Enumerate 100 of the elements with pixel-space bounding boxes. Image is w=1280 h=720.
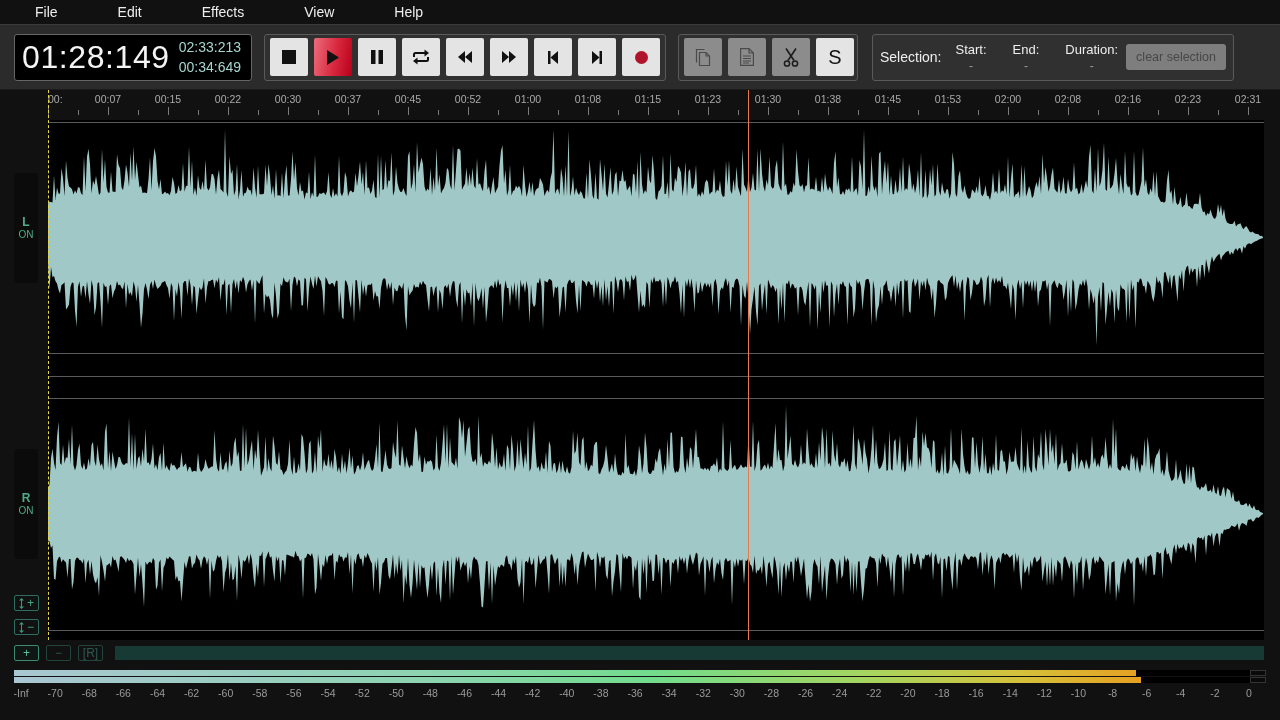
ruler-label: 00:52 bbox=[453, 92, 483, 107]
meter-scale-label: -42 bbox=[524, 687, 542, 700]
meter-scale-label: -8 bbox=[1106, 687, 1119, 700]
meter-scale-label: -Inf bbox=[12, 687, 30, 700]
ruler-label: 01:53 bbox=[933, 92, 963, 107]
fast-forward-button[interactable] bbox=[490, 38, 528, 76]
horizontal-scrollbar[interactable] bbox=[115, 645, 1264, 660]
ruler-label: 02:16 bbox=[1113, 92, 1143, 107]
meter-scale-label: -60 bbox=[217, 687, 235, 700]
meter-scale-label: -30 bbox=[728, 687, 746, 700]
vertical-zoom-button[interactable]: + bbox=[14, 595, 39, 611]
meter-scale-label: -46 bbox=[455, 687, 474, 700]
meter-scale-label: -58 bbox=[251, 687, 269, 700]
stop-icon bbox=[282, 50, 296, 64]
ruler-label: 02:08 bbox=[1053, 92, 1083, 107]
meter-scale-label: -2 bbox=[1209, 687, 1221, 700]
meter-scale-label: -62 bbox=[183, 687, 201, 700]
meter-scale-label: -14 bbox=[1001, 687, 1019, 700]
meter-scale-label: -56 bbox=[285, 687, 303, 700]
channel-toggle[interactable]: R ON bbox=[14, 449, 38, 559]
vertical-zoom-button[interactable]: − bbox=[14, 619, 39, 635]
meter-scale-label: -12 bbox=[1035, 687, 1053, 700]
selection-field-label: Start: bbox=[955, 41, 987, 57]
ruler-label: 00:45 bbox=[393, 92, 423, 107]
meter-scale-label: -32 bbox=[694, 687, 712, 700]
pause-icon bbox=[371, 50, 383, 64]
play-icon bbox=[327, 49, 339, 65]
meter-scale-label: -22 bbox=[865, 687, 883, 700]
time-readout: 00:34:649 bbox=[178, 58, 241, 76]
rewind-button[interactable] bbox=[446, 38, 484, 76]
meter-scale-label: -64 bbox=[148, 687, 167, 700]
ruler-label: 01:08 bbox=[573, 92, 603, 107]
ruler-label: 02:23 bbox=[1173, 92, 1203, 107]
meter-scale-label: -38 bbox=[592, 687, 610, 700]
ruler-label: 01:15 bbox=[633, 92, 663, 107]
ruler-label: 01:45 bbox=[873, 92, 903, 107]
pause-button[interactable] bbox=[358, 38, 396, 76]
meter-scale-label: -28 bbox=[762, 687, 781, 700]
scissors-icon bbox=[783, 47, 799, 67]
ruler-label: 00:15 bbox=[153, 92, 183, 107]
ruler-label: 02:31 bbox=[1233, 92, 1263, 107]
meter-scale-label: -20 bbox=[899, 687, 917, 700]
selection-field-value: - bbox=[1023, 58, 1028, 73]
play-button[interactable] bbox=[314, 38, 352, 76]
time-readout: 02:33:213 bbox=[178, 38, 241, 56]
zoom-button[interactable]: + bbox=[14, 644, 39, 661]
ruler-label: 02:00 bbox=[993, 92, 1023, 107]
meter-scale-label: -6 bbox=[1141, 687, 1153, 700]
record-icon bbox=[634, 50, 648, 64]
menu-item[interactable]: Help bbox=[388, 1, 430, 23]
record-button[interactable] bbox=[622, 38, 660, 76]
loop-button[interactable] bbox=[402, 38, 440, 76]
selection-field-value: - bbox=[969, 58, 973, 73]
meter-scale-label: -36 bbox=[626, 687, 644, 700]
rewind-icon bbox=[458, 51, 472, 63]
selection-field-value: - bbox=[1089, 58, 1094, 73]
tool-button[interactable]: S bbox=[816, 38, 854, 76]
ruler-label: 00:30 bbox=[273, 92, 303, 107]
meter-scale-label: -48 bbox=[421, 687, 439, 700]
meter-scale-label: -10 bbox=[1069, 687, 1088, 700]
meter-scale-label: 0 bbox=[1245, 687, 1253, 700]
skip-to-start-icon bbox=[548, 50, 558, 64]
ruler-label: 01:00 bbox=[513, 92, 543, 107]
ruler-label: 00:37 bbox=[333, 92, 363, 107]
menu-item[interactable]: View bbox=[298, 1, 341, 23]
loop-icon bbox=[411, 49, 431, 65]
waveform-view[interactable] bbox=[48, 120, 1264, 640]
meter-scale-label: -4 bbox=[1175, 687, 1187, 700]
meter-scale-label: -16 bbox=[967, 687, 985, 700]
channel-toggle[interactable]: L ON bbox=[14, 173, 38, 283]
meter-scale-label: -44 bbox=[490, 687, 508, 700]
ruler-label: 01:30 bbox=[753, 92, 783, 107]
ruler-label: 00:07 bbox=[93, 92, 123, 107]
ruler-label: 00: bbox=[48, 92, 64, 107]
meter-scale-label: -40 bbox=[558, 687, 576, 700]
selection-field-label: End: bbox=[1012, 41, 1040, 57]
menu-item[interactable]: Edit bbox=[111, 1, 148, 23]
meter-scale-label: -18 bbox=[933, 687, 951, 700]
meter-scale-label: -52 bbox=[353, 687, 371, 700]
current-time: 01:28:149 bbox=[22, 38, 170, 76]
ruler-label: 00:22 bbox=[213, 92, 243, 107]
menu-item[interactable]: Effects bbox=[195, 1, 251, 23]
stop-button[interactable] bbox=[270, 38, 308, 76]
selection-label: Selection: bbox=[880, 49, 942, 65]
meter-scale-label: -26 bbox=[796, 687, 815, 700]
playhead-line[interactable] bbox=[748, 90, 750, 640]
skip-to-end-button[interactable] bbox=[578, 38, 616, 76]
meter-scale-label: -54 bbox=[319, 687, 337, 700]
copy-icon bbox=[695, 47, 711, 67]
meter-scale-label: -66 bbox=[114, 687, 132, 700]
vertical-arrows-icon bbox=[19, 597, 24, 609]
meter-scale-label: -50 bbox=[387, 687, 405, 700]
document-icon bbox=[740, 48, 754, 66]
skip-to-start-button[interactable] bbox=[534, 38, 572, 76]
menu-item[interactable]: File bbox=[29, 1, 64, 23]
fast-forward-icon bbox=[502, 51, 516, 63]
selection-field-label: Duration: bbox=[1065, 41, 1119, 57]
skip-to-end-icon bbox=[592, 50, 602, 64]
meter-scale-label: -24 bbox=[831, 687, 849, 700]
meter-scale-label: -70 bbox=[46, 687, 64, 700]
